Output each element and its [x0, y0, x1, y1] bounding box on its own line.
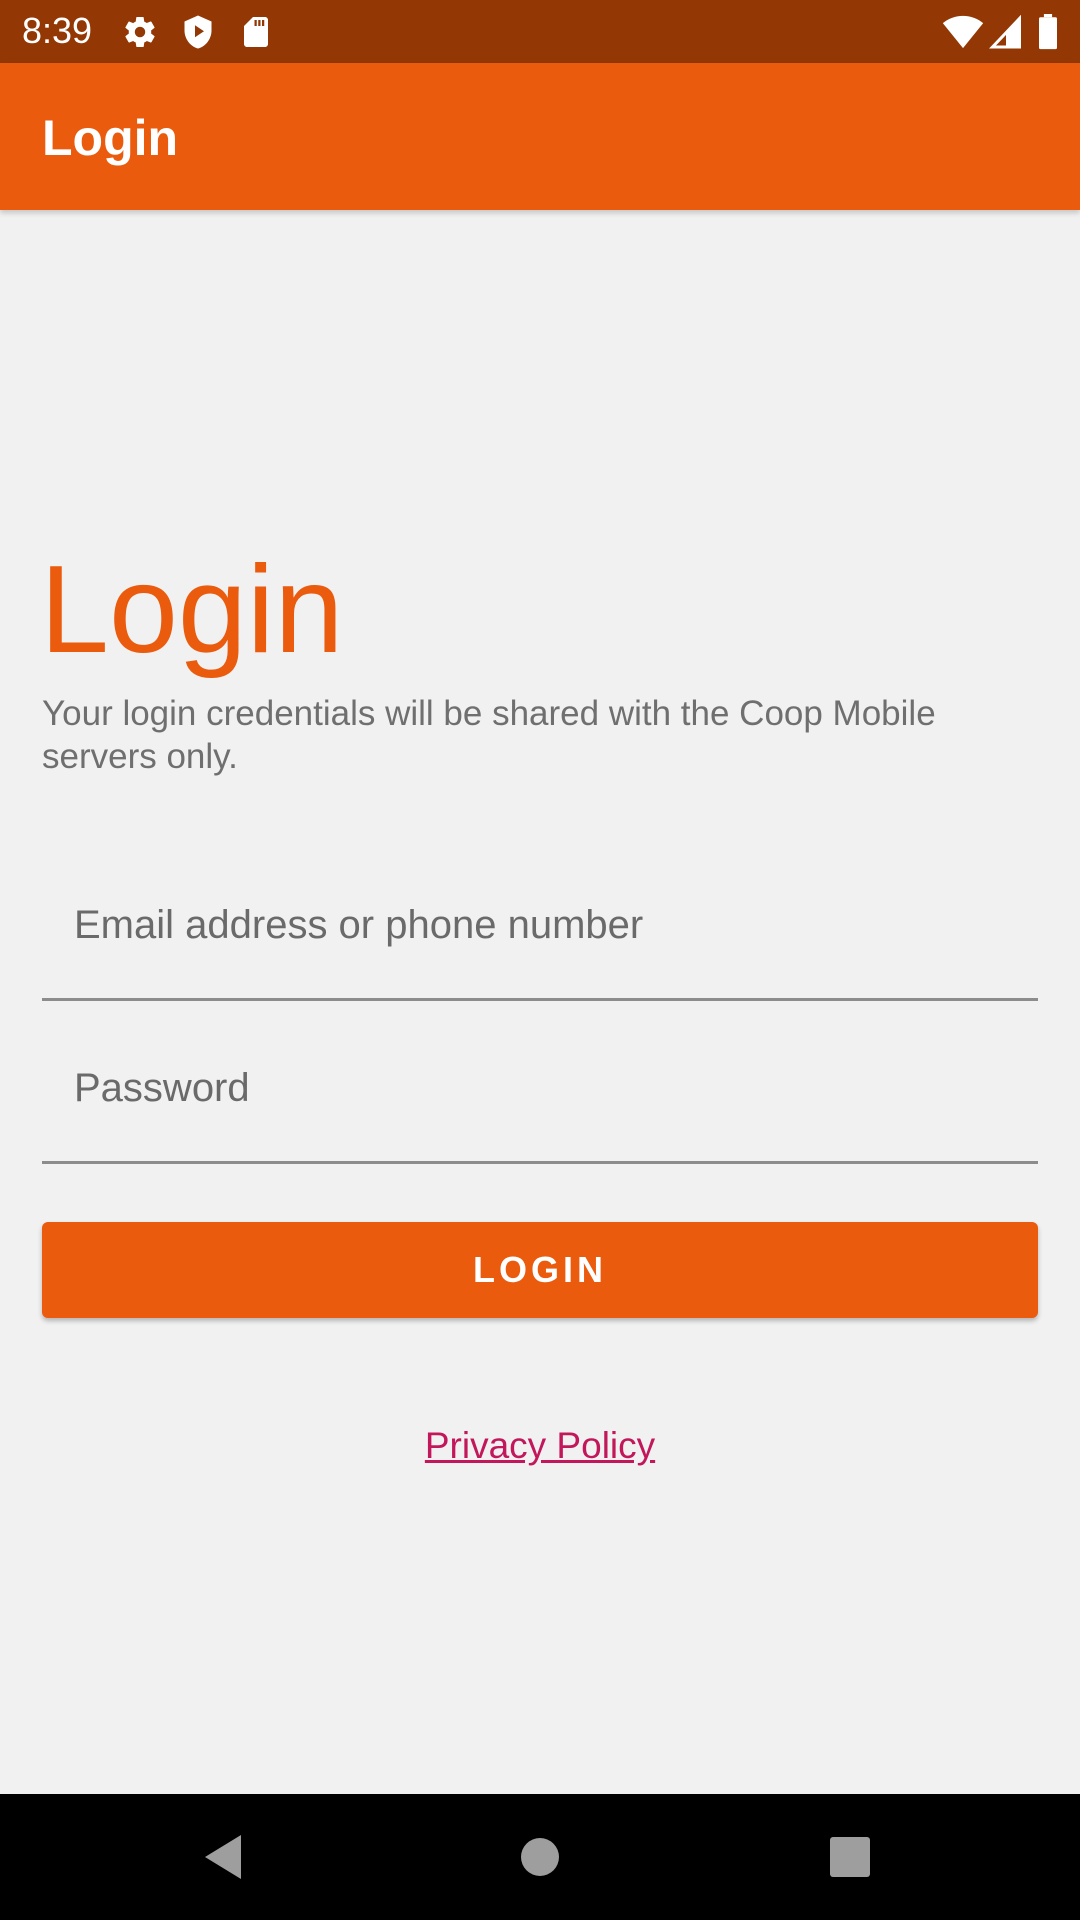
battery-icon	[1036, 14, 1060, 50]
password-field[interactable]	[42, 1028, 1038, 1164]
recents-icon[interactable]	[820, 1827, 880, 1887]
shield-play-icon	[180, 14, 216, 50]
email-field[interactable]	[42, 865, 1038, 1001]
app-bar-title: Login	[42, 110, 179, 166]
page-heading: Login	[40, 541, 344, 679]
navigation-bar	[0, 1794, 1080, 1920]
email-input[interactable]	[74, 895, 1004, 955]
login-screen: 8:39 Login Login Your login credentials …	[0, 0, 1080, 1920]
signal-icon	[988, 14, 1024, 50]
back-icon[interactable]	[195, 1827, 255, 1887]
status-bar: 8:39	[0, 0, 1080, 63]
status-time: 8:39	[22, 10, 93, 51]
privacy-policy-link[interactable]: Privacy Policy	[0, 1424, 1080, 1468]
login-button[interactable]: LOGIN	[42, 1222, 1038, 1318]
wifi-icon	[942, 14, 984, 50]
password-input[interactable]	[74, 1058, 1004, 1118]
sd-card-icon	[238, 14, 274, 50]
app-bar: Login	[0, 63, 1080, 210]
page-subtitle: Your login credentials will be shared wi…	[42, 694, 936, 776]
gear-icon	[122, 14, 158, 50]
home-icon[interactable]	[510, 1827, 570, 1887]
